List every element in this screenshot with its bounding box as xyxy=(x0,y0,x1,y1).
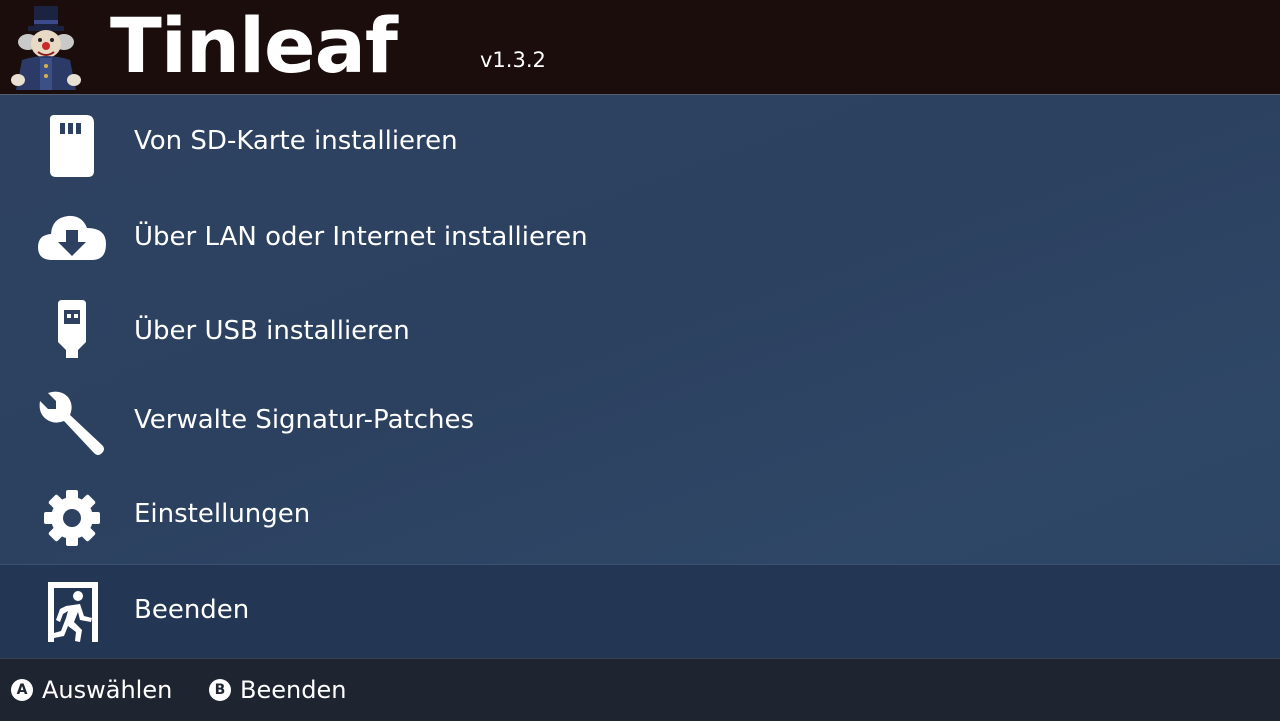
menu-item-label: Verwalte Signatur-Patches xyxy=(134,405,475,435)
b-button-icon: B xyxy=(209,679,231,701)
sd-card-icon xyxy=(36,109,108,181)
menu-item-sd-card[interactable]: Von SD-Karte installieren xyxy=(0,95,1280,189)
hint-label: Auswählen xyxy=(42,676,173,704)
menu-item-label: Über USB installieren xyxy=(134,316,410,346)
menu-item-label: Über LAN oder Internet installieren xyxy=(134,222,588,252)
hint-label: Beenden xyxy=(240,676,347,704)
header-bar: Tinleaf v1.3.2 xyxy=(0,0,1280,95)
app-version: v1.3.2 xyxy=(480,48,546,72)
menu-item-label: Beenden xyxy=(134,595,250,625)
a-button-icon: A xyxy=(11,679,33,701)
wrench-icon xyxy=(34,387,106,459)
menu-item-signature-patches[interactable]: Verwalte Signatur-Patches xyxy=(0,377,1280,471)
exit-door-icon xyxy=(36,578,108,650)
footer-bar: A Auswählen B Beenden xyxy=(0,658,1280,721)
menu-item-lan-internet[interactable]: Über LAN oder Internet installieren xyxy=(0,189,1280,283)
menu-item-usb[interactable]: Über USB installieren xyxy=(0,283,1280,377)
menu-item-label: Von SD-Karte installieren xyxy=(134,126,458,156)
main-menu: Von SD-Karte installieren Über LAN oder … xyxy=(0,95,1280,658)
menu-item-exit[interactable]: Beenden xyxy=(0,564,1280,658)
usb-icon xyxy=(36,296,108,368)
app-title: Tinleaf xyxy=(110,1,398,90)
cloud-download-icon xyxy=(36,200,108,272)
hint-select[interactable]: A Auswählen xyxy=(11,675,181,705)
clown-mascot-icon xyxy=(4,2,86,92)
gear-icon xyxy=(36,482,108,554)
menu-item-settings[interactable]: Einstellungen xyxy=(0,471,1280,564)
menu-item-label: Einstellungen xyxy=(134,499,311,529)
hint-exit[interactable]: B Beenden xyxy=(209,675,359,705)
